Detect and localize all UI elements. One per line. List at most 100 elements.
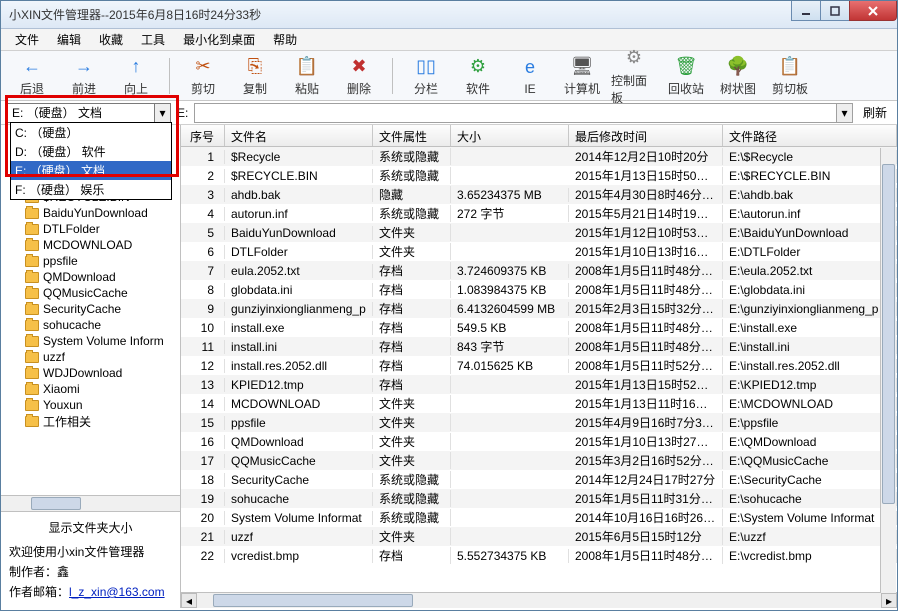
- tree-node[interactable]: SecurityCache: [7, 301, 180, 317]
- table-row[interactable]: 3ahdb.bak隐藏3.65234375 MB2015年4月30日8时46分4…: [181, 185, 897, 204]
- toolbar-button[interactable]: 🖥计算机: [559, 54, 605, 97]
- table-row[interactable]: 6DTLFolder文件夹2015年1月10日13时16分21秒E:\DTLFo…: [181, 242, 897, 261]
- toolbar-button[interactable]: ⎘复制: [232, 54, 278, 97]
- tree-node[interactable]: 工作相关: [7, 413, 180, 429]
- maximize-button[interactable]: [820, 1, 850, 21]
- toolbar-label: 控制面板: [611, 72, 657, 106]
- folder-icon: [25, 240, 39, 251]
- column-header[interactable]: 序号: [181, 125, 225, 146]
- table-row[interactable]: 7eula.2052.txt存档3.724609375 KB2008年1月5日1…: [181, 261, 897, 280]
- column-header[interactable]: 文件路径: [723, 125, 897, 146]
- toolbar-label: 向上: [124, 80, 148, 97]
- toolbar-label: 删除: [347, 80, 371, 97]
- table-row[interactable]: 21uzzf文件夹2015年6月5日15时12分E:\uzzf: [181, 527, 897, 546]
- toolbar-button[interactable]: 📋粘贴: [284, 54, 330, 97]
- tree-node[interactable]: Youxun: [7, 397, 180, 413]
- 剪切-icon: ✂: [191, 54, 215, 78]
- menu-item[interactable]: 工具: [133, 29, 173, 50]
- tree-node[interactable]: QQMusicCache: [7, 285, 180, 301]
- table-row[interactable]: 8globdata.ini存档1.083984375 KB2008年1月5日11…: [181, 280, 897, 299]
- list-hscrollbar[interactable]: ◂ ▸: [181, 592, 897, 608]
- address-input[interactable]: ▾: [194, 103, 853, 123]
- menu-item[interactable]: 收藏: [91, 29, 131, 50]
- toolbar-button[interactable]: ↑向上: [113, 54, 159, 97]
- dropdown-option[interactable]: D: （硬盘） 软件: [11, 142, 171, 161]
- tree-hscrollbar[interactable]: [1, 495, 180, 511]
- folder-icon: [25, 416, 39, 427]
- tree-node[interactable]: MCDOWNLOAD: [7, 237, 180, 253]
- table-row[interactable]: 13KPIED12.tmp存档2015年1月13日15时52分11秒E:\KPI…: [181, 375, 897, 394]
- table-row[interactable]: 5BaiduYunDownload文件夹2015年1月12日10时53分52秒E…: [181, 223, 897, 242]
- tree-node[interactable]: BaiduYunDownload: [7, 205, 180, 221]
- dropdown-option[interactable]: E: （硬盘） 文档: [11, 161, 171, 180]
- table-row[interactable]: 18SecurityCache系统或隐藏2014年12月24日17时27分E:\…: [181, 470, 897, 489]
- toolbar-button[interactable]: ✖删除: [336, 54, 382, 97]
- menu-item[interactable]: 文件: [7, 29, 47, 50]
- tree-node[interactable]: DTLFolder: [7, 221, 180, 237]
- table-row[interactable]: 14MCDOWNLOAD文件夹2015年1月13日11时16分41秒E:\MCD…: [181, 394, 897, 413]
- table-row[interactable]: 10install.exe存档549.5 KB2008年1月5日11时48分4秒…: [181, 318, 897, 337]
- column-header[interactable]: 文件属性: [373, 125, 451, 146]
- column-header[interactable]: 最后修改时间: [569, 125, 723, 146]
- dropdown-option[interactable]: F: （硬盘） 娱乐: [11, 180, 171, 199]
- toolbar-button[interactable]: ←后退: [9, 54, 55, 97]
- chevron-down-icon[interactable]: ▾: [836, 104, 852, 122]
- table-row[interactable]: 12install.res.2052.dll存档74.015625 KB2008…: [181, 356, 897, 375]
- refresh-button[interactable]: 刷新: [859, 104, 891, 121]
- close-button[interactable]: [849, 1, 897, 21]
- table-row[interactable]: 22vcredist.bmp存档5.552734375 KB2008年1月5日1…: [181, 546, 897, 565]
- scroll-left-button[interactable]: ◂: [181, 593, 197, 608]
- table-row[interactable]: 17QQMusicCache文件夹2015年3月2日16时52分5秒E:\QQM…: [181, 451, 897, 470]
- table-row[interactable]: 4autorun.inf系统或隐藏272 字节2015年5月21日14时19分2…: [181, 204, 897, 223]
- toolbar-button[interactable]: 📋剪切板: [767, 54, 813, 97]
- menu-item[interactable]: 帮助: [265, 29, 305, 50]
- toolbar-button[interactable]: →前进: [61, 54, 107, 97]
- file-list-panel: 序号文件名文件属性大小最后修改时间文件路径 1$Recycle系统或隐藏2014…: [181, 125, 897, 608]
- scrollbar-thumb[interactable]: [31, 497, 81, 510]
- tree-node[interactable]: System Volume Inform: [7, 333, 180, 349]
- list-body: 1$Recycle系统或隐藏2014年12月2日10时20分E:\$Recycl…: [181, 147, 897, 592]
- dropdown-option[interactable]: C: （硬盘）: [11, 123, 171, 142]
- tree-node[interactable]: WDJDownload: [7, 365, 180, 381]
- column-header[interactable]: 文件名: [225, 125, 373, 146]
- folder-icon: [25, 224, 39, 235]
- toolbar-label: 回收站: [668, 80, 704, 97]
- chevron-down-icon[interactable]: ▾: [154, 104, 170, 122]
- toolbar-label: 树状图: [720, 80, 756, 97]
- 粘贴-icon: 📋: [295, 54, 319, 78]
- toolbar-button[interactable]: ⚙软件: [455, 54, 501, 97]
- tree-node[interactable]: ppsfile: [7, 253, 180, 269]
- table-row[interactable]: 9gunziyinxionglianmeng_p存档6.4132604599 M…: [181, 299, 897, 318]
- toolbar-button[interactable]: ▯▯分栏: [403, 54, 449, 97]
- minimize-button[interactable]: [791, 1, 821, 21]
- table-row[interactable]: 20System Volume Informat系统或隐藏2014年10月16日…: [181, 508, 897, 527]
- menu-item[interactable]: 编辑: [49, 29, 89, 50]
- toolbar-label: 复制: [243, 80, 267, 97]
- scrollbar-thumb[interactable]: [882, 164, 895, 504]
- menu-item[interactable]: 最小化到桌面: [175, 29, 263, 50]
- tree-node[interactable]: uzzf: [7, 349, 180, 365]
- table-row[interactable]: 1$Recycle系统或隐藏2014年12月2日10时20分E:\$Recycl…: [181, 147, 897, 166]
- list-vscrollbar[interactable]: [880, 148, 896, 593]
- toolbar-button[interactable]: 🌳树状图: [715, 54, 761, 97]
- toolbar-button[interactable]: 🗑回收站: [663, 54, 709, 97]
- toolbar-button[interactable]: eIE: [507, 56, 553, 96]
- toolbar-button[interactable]: ✂剪切: [180, 54, 226, 97]
- toolbar-button[interactable]: ⚙控制面板: [611, 46, 657, 106]
- table-row[interactable]: 2$RECYCLE.BIN系统或隐藏2015年1月13日15时50分46秒E:\…: [181, 166, 897, 185]
- column-header[interactable]: 大小: [451, 125, 569, 146]
- tree-node[interactable]: sohucache: [7, 317, 180, 333]
- scrollbar-thumb[interactable]: [213, 594, 413, 607]
- drive-combo[interactable]: E: （硬盘） 文档 ▾: [7, 103, 171, 123]
- table-row[interactable]: 15ppsfile文件夹2015年4月9日16时7分37秒E:\ppsfile: [181, 413, 897, 432]
- table-row[interactable]: 19sohucache系统或隐藏2015年1月5日11时31分17秒E:\soh…: [181, 489, 897, 508]
- tree-node[interactable]: QMDownload: [7, 269, 180, 285]
- table-row[interactable]: 11install.ini存档843 字节2008年1月5日11时48分4秒E:…: [181, 337, 897, 356]
- scroll-right-button[interactable]: ▸: [881, 593, 897, 608]
- drive-dropdown-list[interactable]: C: （硬盘）D: （硬盘） 软件E: （硬盘） 文档F: （硬盘） 娱乐: [10, 122, 172, 200]
- folder-icon: [25, 384, 39, 395]
- toolbar-label: 分栏: [414, 80, 438, 97]
- table-row[interactable]: 16QMDownload文件夹2015年1月10日13时27分35秒E:\QMD…: [181, 432, 897, 451]
- author-email-link[interactable]: l_z_xin@163.com: [69, 585, 165, 599]
- tree-node[interactable]: Xiaomi: [7, 381, 180, 397]
